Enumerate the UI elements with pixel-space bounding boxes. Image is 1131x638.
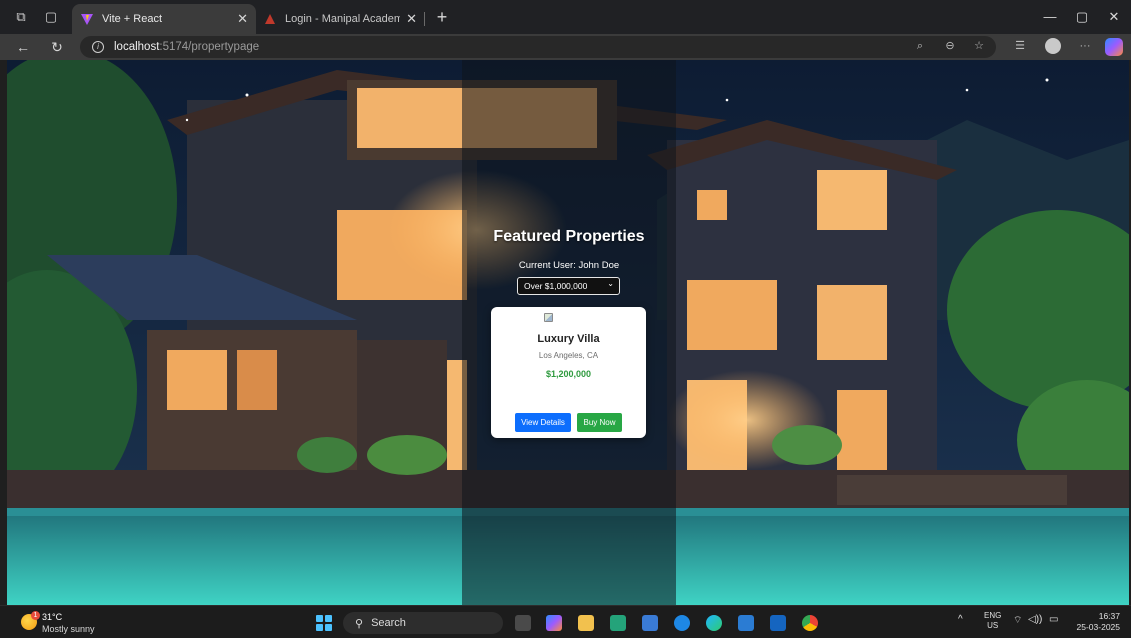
browser-address-bar: ← ↻ i localhost :5174/propertypage ⌕ ⊖ ☆… (0, 34, 1131, 60)
property-page: Featured Properties Current User: John D… (7, 60, 1129, 605)
tab-separator (424, 12, 425, 26)
tab-vite-react[interactable]: Vite + React ✕ (72, 4, 256, 34)
copilot-app-icon[interactable] (546, 615, 562, 631)
chevron-down-icon: ⌄ (607, 279, 614, 288)
app-icon[interactable] (674, 615, 690, 631)
vite-favicon-icon (81, 14, 93, 25)
favorite-star-icon[interactable]: ☆ (971, 38, 987, 54)
tab-actions-icon[interactable]: ▢ (42, 8, 60, 26)
notepad-icon[interactable] (770, 615, 786, 631)
screen: ⧉ ▢ Vite + React ✕ Login - Manipal Acade… (0, 0, 1131, 638)
copilot-icon[interactable] (1105, 38, 1123, 56)
tab-title: Vite + React (102, 13, 163, 25)
clock-time: 16:37 (1098, 611, 1120, 621)
volume-icon[interactable]: ◁)) (1028, 614, 1042, 625)
broken-image-icon (544, 313, 553, 322)
back-icon[interactable]: ← (14, 38, 32, 56)
language-code: ENG (984, 611, 1002, 620)
site-info-icon[interactable]: i (92, 41, 104, 53)
browser-tab-bar: ⧉ ▢ Vite + React ✕ Login - Manipal Acade… (0, 0, 1131, 34)
vscode-icon[interactable] (738, 615, 754, 631)
property-name: Luxury Villa (537, 333, 600, 345)
more-menu-icon[interactable]: ··· (1077, 38, 1093, 54)
task-view-icon[interactable] (515, 615, 531, 631)
url-field[interactable]: i localhost :5174/propertypage (80, 36, 996, 58)
window-close-icon[interactable]: ✕ (1104, 8, 1124, 26)
new-tab-button[interactable]: + (432, 7, 452, 27)
search-label: Search (371, 617, 406, 629)
clock-date: 25-03-2025 (1076, 622, 1120, 632)
url-host: localhost (114, 41, 160, 53)
windows-taskbar: 1 31°C Mostly sunny ⚲ Search ^ ENG US ⌔ … (0, 605, 1131, 638)
system-clock[interactable]: 16:37 25-03-2025 (1070, 611, 1120, 633)
edge-icon[interactable] (706, 615, 722, 631)
weather-temp[interactable]: 31°C (42, 612, 62, 622)
wifi-icon[interactable]: ⌔ (1013, 614, 1022, 627)
view-details-button[interactable]: View Details (515, 413, 571, 432)
chrome-icon[interactable] (802, 615, 818, 631)
tab-title: Login - Manipal Academy of High (285, 13, 401, 25)
file-explorer-icon[interactable] (578, 615, 594, 631)
price-filter-select[interactable]: Over $1,000,000 ⌄ (517, 277, 620, 295)
start-button[interactable] (316, 615, 332, 631)
current-user-label: Current User: John Doe (518, 260, 620, 271)
battery-icon[interactable]: ▭ (1049, 614, 1058, 625)
buy-now-button[interactable]: Buy Now (577, 413, 622, 432)
url-path: :5174/propertypage (159, 41, 260, 53)
taskbar-search[interactable]: ⚲ Search (343, 612, 503, 634)
property-location: Los Angeles, CA (538, 351, 599, 360)
app-icon[interactable] (610, 615, 626, 631)
restore-icon[interactable]: ▢ (1072, 8, 1092, 26)
minimize-icon[interactable]: — (1040, 8, 1060, 26)
tray-chevron-icon[interactable]: ^ (958, 614, 963, 625)
reload-icon[interactable]: ↻ (48, 38, 66, 56)
property-price: $1,200,000 (545, 369, 592, 379)
price-filter-value: Over $1,000,000 (524, 281, 588, 291)
read-aloud-icon[interactable]: ⌕ (912, 38, 928, 54)
region-code: US (987, 621, 999, 630)
search-icon: ⚲ (355, 617, 364, 630)
favorites-icon[interactable]: ☰ (1012, 38, 1028, 54)
language-indicator[interactable]: ENG US (984, 611, 1001, 631)
property-card: Luxury Villa Los Angeles, CA $1,200,000 … (491, 307, 646, 438)
manipal-favicon-icon (265, 14, 275, 24)
workspaces-icon[interactable]: ⧉ (12, 8, 30, 26)
weather-badge: 1 (31, 611, 40, 620)
tab-login-manipal[interactable]: Login - Manipal Academy of High ✕ (255, 4, 425, 34)
weather-condition[interactable]: Mostly sunny (42, 624, 95, 634)
page-title: Featured Properties (493, 228, 645, 245)
zoom-icon[interactable]: ⊖ (942, 38, 958, 54)
profile-avatar[interactable] (1045, 38, 1061, 54)
close-tab-icon[interactable]: ✕ (406, 11, 417, 27)
store-icon[interactable] (642, 615, 658, 631)
close-tab-icon[interactable]: ✕ (237, 11, 248, 27)
